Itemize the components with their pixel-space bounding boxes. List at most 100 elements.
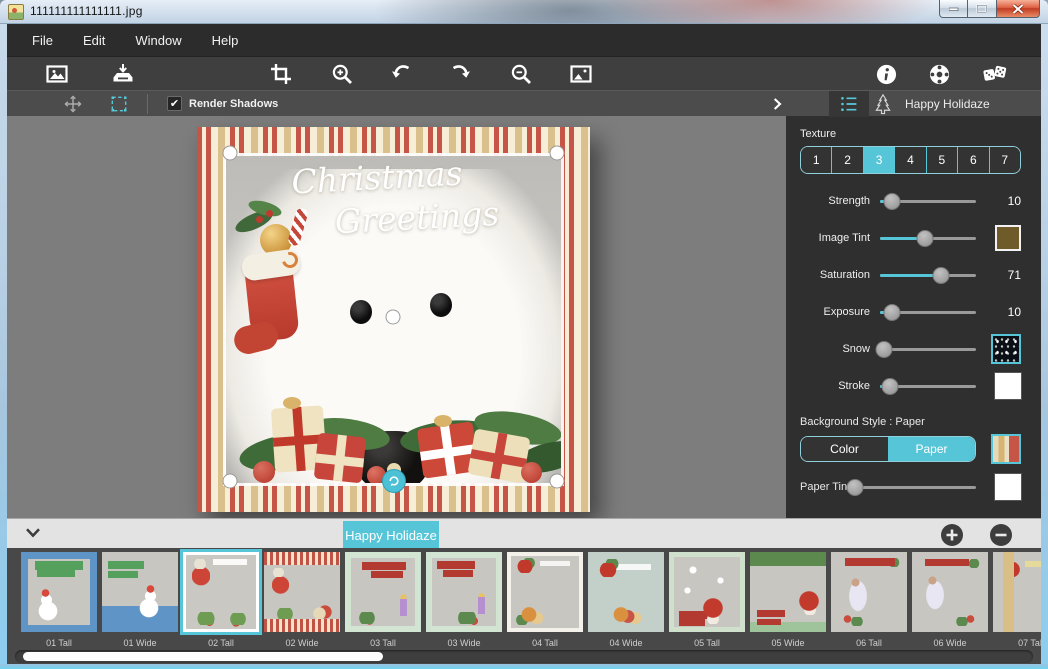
template-thumbnail-05-tall[interactable]: 05 Tall (669, 552, 745, 648)
thumbnail-image[interactable] (993, 552, 1041, 632)
texture-option-6[interactable]: 6 (957, 147, 988, 173)
template-thumbnail-04-wide[interactable]: 04 Wide (588, 552, 664, 648)
template-thumbnail-07-tall[interactable]: 07 Tall (993, 552, 1041, 648)
thumbnail-image[interactable] (21, 552, 97, 632)
thumbnail-label: 05 Wide (750, 638, 826, 648)
paper-tint-slider[interactable] (852, 478, 976, 496)
collapse-filmstrip-button[interactable] (21, 523, 45, 545)
chevron-down-icon (24, 526, 42, 540)
preferences-button[interactable] (923, 59, 955, 89)
render-shadows-checkbox[interactable]: ✔ (167, 96, 182, 111)
template-thumbnail-06-wide[interactable]: 06 Wide (912, 552, 988, 648)
template-thumbnail-06-tall[interactable]: 06 Tall (831, 552, 907, 648)
thumbnail-image[interactable] (183, 552, 259, 632)
rotate-handle[interactable] (382, 469, 406, 493)
collection-tab[interactable]: Happy Holidaze (343, 521, 439, 549)
zoom-in-button[interactable] (326, 59, 358, 89)
paper-tint-swatch[interactable] (995, 474, 1021, 500)
image-settings-button[interactable] (565, 59, 597, 89)
randomize-dice-button[interactable] (979, 59, 1011, 89)
texture-option-7[interactable]: 7 (989, 147, 1020, 173)
template-thumbnail-01-tall[interactable]: 01 Tall (21, 552, 97, 648)
randomize-dice-icon (980, 62, 1010, 86)
background-style-paper[interactable]: Paper (888, 437, 975, 461)
texture-option-3[interactable]: 3 (863, 147, 894, 173)
paper-tint-row: Paper Tint (800, 474, 1021, 500)
texture-option-5[interactable]: 5 (926, 147, 957, 173)
snow-slider[interactable] (880, 340, 976, 358)
undo-button[interactable] (385, 59, 417, 89)
template-thumbnail-02-tall[interactable]: 02 Tall (183, 552, 259, 648)
card-canvas[interactable]: Christmas Greetings (197, 127, 590, 512)
paper-tint-label: Paper Tint (800, 481, 850, 493)
thumbnail-image[interactable] (588, 552, 664, 632)
zoom-out-button[interactable] (505, 59, 537, 89)
thumbnail-image[interactable] (102, 552, 178, 632)
menu-edit[interactable]: Edit (68, 28, 120, 53)
texture-option-2[interactable]: 2 (831, 147, 862, 173)
strength-slider[interactable] (880, 192, 976, 210)
title-bar[interactable]: 111111111111111.jpg (0, 0, 1048, 24)
thumbnail-label: 07 Tall (993, 638, 1041, 648)
selection-handle-top-left[interactable] (223, 146, 238, 161)
saturation-slider[interactable] (880, 266, 976, 284)
menu-window[interactable]: Window (120, 28, 196, 53)
menu-help[interactable]: Help (197, 28, 254, 53)
thumbnail-image[interactable] (345, 552, 421, 632)
thumbnail-image[interactable] (750, 552, 826, 632)
minimize-button[interactable] (939, 0, 968, 18)
marquee-tool-button[interactable] (105, 92, 133, 116)
christmas-tree-icon (869, 92, 897, 116)
redo-button[interactable] (445, 59, 477, 89)
add-button[interactable] (940, 523, 964, 547)
remove-button[interactable] (989, 523, 1013, 547)
maximize-button[interactable] (968, 0, 996, 18)
thumbnail-image[interactable] (912, 552, 988, 632)
info-icon (875, 63, 898, 86)
thumbnail-image[interactable] (669, 552, 745, 632)
image-tint-slider[interactable] (880, 229, 976, 247)
selection-handle-center[interactable] (386, 310, 401, 325)
canvas-area[interactable]: Christmas Greetings (7, 116, 786, 518)
texture-option-4[interactable]: 4 (894, 147, 925, 173)
exposure-slider[interactable] (880, 303, 976, 321)
menu-file[interactable]: File (17, 28, 68, 53)
selection-handle-bottom-right[interactable] (550, 474, 565, 489)
undo-icon (389, 62, 413, 86)
template-filmstrip: 01 Tall01 Wide02 Tall02 Wide03 Tall03 Wi… (7, 548, 1041, 664)
template-thumbnail-04-tall[interactable]: 04 Tall (507, 552, 583, 648)
close-button[interactable] (996, 0, 1040, 18)
strength-value: 10 (1008, 194, 1021, 208)
expand-panel-button[interactable] (763, 92, 791, 116)
snow-swatch[interactable] (991, 334, 1021, 364)
open-image-button[interactable] (41, 59, 73, 89)
thumbnail-label: 05 Tall (669, 638, 745, 648)
scrollbar-thumb[interactable] (23, 652, 383, 661)
selection-handle-bottom-left[interactable] (223, 474, 238, 489)
thumbnail-label: 06 Tall (831, 638, 907, 648)
crop-button[interactable] (265, 59, 297, 89)
selection-handle-top-right[interactable] (550, 146, 565, 161)
template-thumbnail-03-tall[interactable]: 03 Tall (345, 552, 421, 648)
background-style-color[interactable]: Color (801, 437, 888, 461)
save-export-button[interactable] (107, 59, 139, 89)
template-thumbnail-05-wide[interactable]: 05 Wide (750, 552, 826, 648)
stroke-slider[interactable] (880, 377, 976, 395)
stroke-swatch[interactable] (995, 373, 1021, 399)
paper-swatch[interactable] (991, 434, 1021, 464)
info-button[interactable] (870, 59, 902, 89)
thumbnail-image[interactable] (507, 552, 583, 632)
options-bar: ✔ Render Shadows Happy Holidaze (7, 90, 1041, 116)
template-thumbnail-03-wide[interactable]: 03 Wide (426, 552, 502, 648)
thumbnail-image[interactable] (831, 552, 907, 632)
thumbnail-image[interactable] (264, 552, 340, 632)
move-tool-button[interactable] (59, 92, 87, 116)
window-border-left (0, 24, 7, 669)
template-thumbnail-01-wide[interactable]: 01 Wide (102, 552, 178, 648)
image-tint-swatch[interactable] (995, 225, 1021, 251)
thumbnail-image[interactable] (426, 552, 502, 632)
filmstrip-scrollbar[interactable] (15, 650, 1033, 663)
template-thumbnail-02-wide[interactable]: 02 Wide (264, 552, 340, 648)
texture-option-1[interactable]: 1 (801, 147, 831, 173)
list-view-button[interactable] (829, 91, 869, 117)
